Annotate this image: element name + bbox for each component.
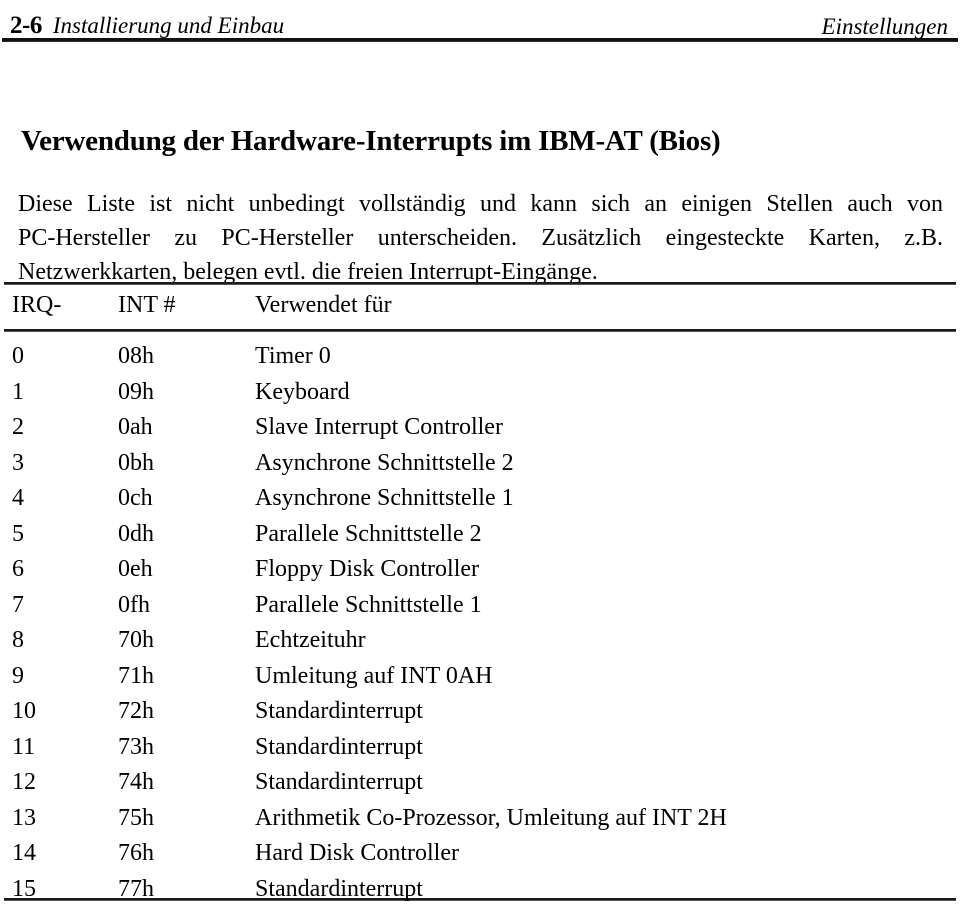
cell-irq: 0 [12,343,24,369]
page-title: Verwendung der Hardware-Interrupts im IB… [21,125,721,158]
running-head-chapter: Installierung und Einbau [52,13,285,38]
column-header-desc: Verwendet für [255,292,392,318]
cell-int: 72h [118,698,154,724]
table-row: 5 0dh Parallele Schnittstelle 2 [0,517,960,553]
table-row: 7 0fh Parallele Schnittstelle 1 [0,588,960,624]
cell-irq: 7 [12,591,24,618]
intro-line-1: Diese Liste ist nicht unbedingt vollstän… [18,191,943,217]
cell-desc: Standardinterrupt [255,733,423,760]
cell-desc: Asynchrone Schnittstelle 1 [255,485,514,511]
cell-irq: 14 [12,840,36,866]
table-row: 1 09h Keyboard [0,375,960,411]
cell-irq: 12 [12,769,36,795]
table-row: 4 0ch Asynchrone Schnittstelle 1 [0,481,960,517]
cell-int: 74h [118,769,154,795]
table-row: 9 71h Umleitung auf INT 0AH [0,659,960,695]
table-top-rule [4,282,956,285]
table-row: 12 74h Standardinterrupt [0,765,960,801]
cell-desc: Parallele Schnittstelle 2 [255,520,482,547]
cell-int: 0dh [118,520,154,547]
cell-desc: Floppy Disk Controller [255,556,480,582]
cell-int: 0fh [118,591,150,618]
table-row: 13 75h Arithmetik Co-Prozessor, Umleitung … [0,801,960,837]
cell-desc: Hard Disk Controller [255,840,459,866]
cell-int: 76h [118,840,154,866]
cell-desc: Timer 0 [255,343,331,369]
cell-int: 0ah [118,414,153,440]
cell-desc: Standardinterrupt [255,769,423,795]
table-row: 0 08h Timer 0 [0,329,960,375]
cell-int: 71h [118,662,154,689]
table-row: 6 0eh Floppy Disk Controller [0,552,960,588]
table-row: 2 0ah Slave Interrupt Controller [0,410,960,446]
cell-desc: Parallele Schnittstelle 1 [255,591,482,618]
table-row: 15 77h Standardinterrupt [0,872,960,907]
cell-desc: Standardinterrupt [255,875,423,902]
cell-desc: Slave Interrupt Controller [255,414,503,440]
table-row: 14 76h Hard Disk Controller [0,836,960,872]
cell-irq: 8 [12,627,24,653]
cell-irq: 1 [12,378,24,405]
cell-int: 70h [118,627,154,653]
cell-desc: Standardinterrupt [255,698,423,724]
cell-int: 09h [118,378,154,405]
cell-int: 77h [118,875,154,902]
cell-desc: Keyboard [255,378,350,405]
cell-int: 0bh [118,449,154,476]
cell-desc: Arithmetik Co-Prozessor, Umleitung auf I… [255,804,727,831]
cell-int: 0ch [118,485,153,511]
cell-int: 73h [118,733,154,760]
table-row: 8 70h Echtzeituhr [0,623,960,659]
column-header-int: INT # [118,292,176,318]
intro-line-2: PC-Hersteller zu PC-Hersteller untersche… [18,225,943,251]
cell-irq: 15 [12,875,36,902]
table-row: 3 0bh Asynchrone Schnittstelle 2 [0,446,960,482]
irq-table: IRQ- INT # Verwendet für 0 08h Timer 0 1 09h… [0,288,960,907]
running-head-left: 2-6 Installierung und Einbau [10,13,284,38]
cell-irq: 2 [12,414,24,440]
cell-desc: Umleitung auf INT 0AH [255,662,493,689]
cell-irq: 3 [12,449,24,476]
document-page: 2-6 Installierung und Einbau Einstellung… [0,0,960,907]
cell-irq: 4 [12,485,24,511]
column-header-irq: IRQ- [12,292,62,318]
irq-table-head: IRQ- INT # Verwendet für [0,288,960,329]
cell-irq: 9 [12,662,24,689]
cell-int: 0eh [118,556,153,582]
running-head-section: Einstellungen [821,14,948,39]
cell-desc: Echtzeituhr [255,627,366,653]
cell-irq: 5 [12,520,24,547]
table-header-row: IRQ- INT # Verwendet für [0,288,960,329]
header-rule [2,38,958,42]
cell-int: 08h [118,343,154,369]
cell-irq: 13 [12,804,36,831]
intro-paragraph: Diese Liste ist nicht unbedingt vollstän… [18,187,943,289]
cell-irq: 11 [12,733,36,760]
cell-desc: Asynchrone Schnittstelle 2 [255,449,514,476]
running-head: 2-6 Installierung und Einbau Einstellung… [0,0,960,38]
cell-int: 75h [118,804,154,831]
page-folio: 2-6 [10,12,42,39]
table-row: 10 72h Standardinterrupt [0,694,960,730]
table-row: 11 73h Standardinterrupt [0,730,960,766]
irq-table-body: 0 08h Timer 0 1 09h Keyboard 2 0ah Slave Interru… [0,329,960,907]
cell-irq: 6 [12,556,24,582]
cell-irq: 10 [12,698,36,724]
